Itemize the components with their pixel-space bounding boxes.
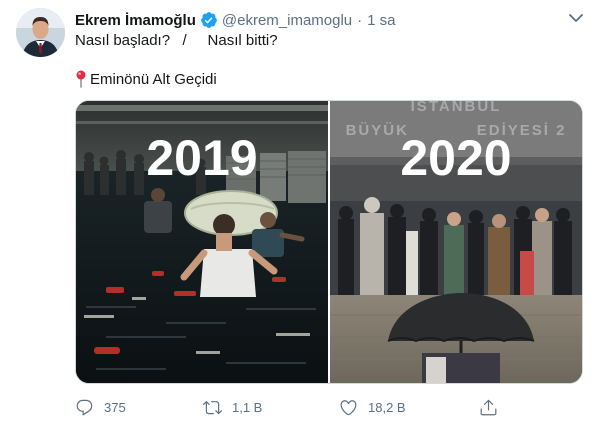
reply-count: 375 (104, 399, 126, 415)
media-photo-2020: İSTANBUL BÜYÜK EDİYESİ 2 2020 (330, 101, 582, 383)
chevron-down-icon[interactable] (566, 10, 586, 26)
media-photo-2019: 2019 (76, 101, 328, 383)
share-icon (480, 399, 497, 415)
sign-text-line1: İSTANBUL (411, 101, 502, 115)
retweet-icon (203, 400, 222, 414)
separator-dot: · (357, 11, 363, 29)
retweet-count: 1,1 B (232, 399, 263, 415)
tweet[interactable]: Ekrem İmamoğlu @ekrem_imamoglu · 1 sa Na… (0, 0, 598, 427)
round-pushpin-icon (75, 70, 87, 88)
handle[interactable]: @ekrem_imamoglu (222, 12, 352, 29)
location-text: Eminönü Alt Geçidi (90, 70, 217, 88)
reply-icon (76, 399, 93, 415)
reply-button[interactable]: 375 (75, 396, 126, 418)
tweet-media[interactable]: 2019 İSTANBUL BÜYÜK EDİYESİ 2 2020 (75, 100, 583, 384)
display-name[interactable]: Ekrem İmamoğlu (75, 12, 196, 29)
crowd (330, 197, 582, 295)
year-label-2019: 2019 (146, 130, 257, 186)
retweet-button[interactable]: 1,1 B (203, 396, 262, 418)
like-button[interactable]: 18,2 B (339, 396, 406, 418)
like-count: 18,2 B (368, 399, 406, 415)
tweet-actions: 375 1,1 B 18,2 B (75, 396, 505, 418)
heart-icon (340, 399, 357, 415)
tweet-header: Ekrem İmamoğlu @ekrem_imamoglu · 1 sa (75, 9, 396, 31)
avatar[interactable] (16, 8, 65, 57)
tweet-location-line: Eminönü Alt Geçidi (75, 70, 217, 88)
timestamp[interactable]: 1 sa (367, 12, 395, 29)
year-label-2020: 2020 (400, 130, 511, 186)
verified-badge-icon (200, 11, 218, 29)
tweet-text-line: Nasıl başladı? / Nasıl bitti? (75, 32, 278, 49)
share-button[interactable] (479, 396, 498, 418)
